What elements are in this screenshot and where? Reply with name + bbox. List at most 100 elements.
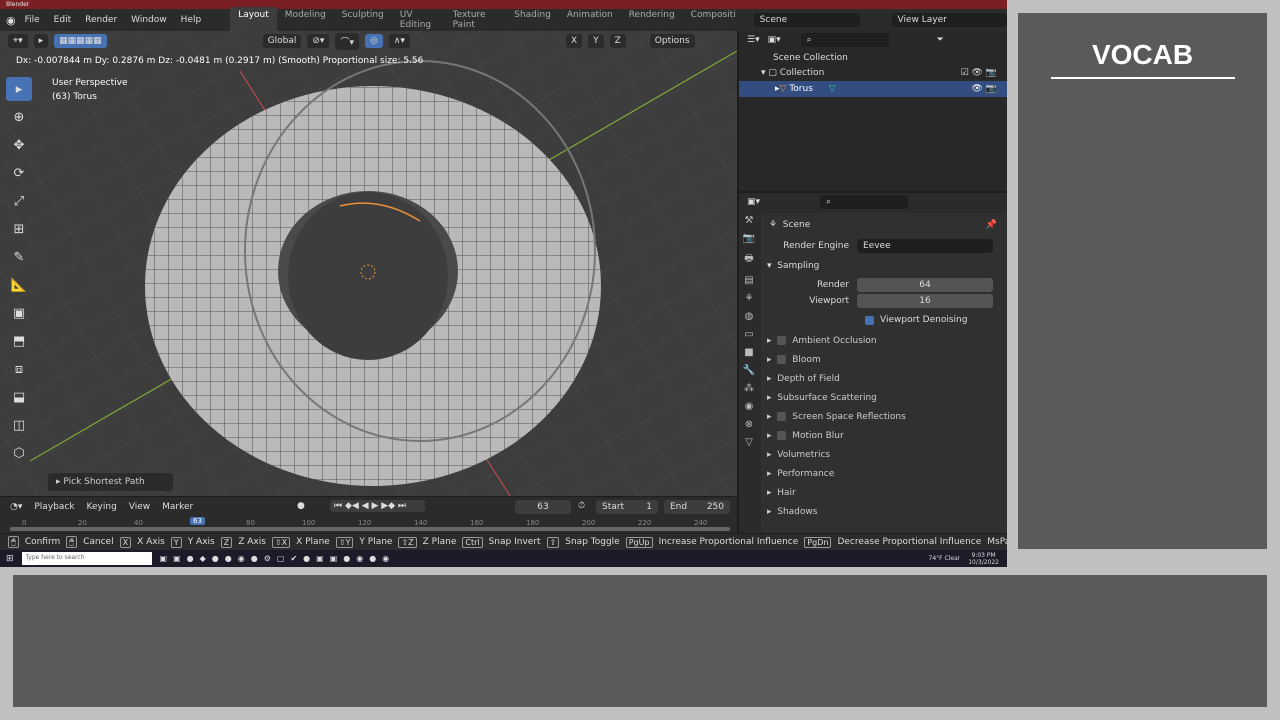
physics-tab-icon[interactable]: ◉ <box>745 401 754 412</box>
knife-icon[interactable]: ⬡ <box>6 441 32 465</box>
sampling-panel-header[interactable]: ▾ Sampling <box>761 255 1007 277</box>
falloff-icon[interactable]: ∧▾ <box>388 34 410 48</box>
menu-render[interactable]: Render <box>78 15 124 25</box>
timeline-menu-playback[interactable]: Playback <box>34 502 74 512</box>
taskbar-app-icons[interactable]: ▣▣●◆●●◉●⚙▢✔●▣▣●◉●◉ <box>160 554 396 563</box>
scene-tab-icon[interactable]: ⚘ <box>745 293 754 304</box>
rotate-icon[interactable]: ⟳ <box>6 161 32 185</box>
orientation-dropdown[interactable]: Global <box>262 34 302 48</box>
taskbar-search[interactable]: Type here to search <box>21 552 152 565</box>
panel-motion-blur[interactable]: ▸ Motion Blur <box>761 426 1007 445</box>
start-frame-field[interactable]: Start 1 <box>596 500 658 514</box>
timeline-menu-keying[interactable]: Keying <box>87 502 117 512</box>
keyframe-record-icon[interactable]: ● <box>297 501 305 511</box>
blender-window: Blender ◉ File Edit Render Window Help Layou… <box>0 0 1007 567</box>
view-layer-selector[interactable]: View Layer <box>891 13 1007 27</box>
menu-help[interactable]: Help <box>174 15 209 25</box>
blender-logo-icon[interactable]: ◉ <box>6 14 16 27</box>
constraints-tab-icon[interactable]: ⊗ <box>745 419 753 430</box>
status-key: ⇧Z <box>398 536 417 548</box>
panel-volumetrics[interactable]: ▸ Volumetrics <box>761 445 1007 464</box>
start-icon[interactable]: ⊞ <box>6 554 14 564</box>
options-dropdown[interactable]: Options <box>649 34 695 48</box>
display-mode-icon[interactable]: ▣▾ <box>768 35 781 45</box>
outliner-search[interactable]: ⌕ <box>800 33 889 47</box>
panel-performance[interactable]: ▸ Performance <box>761 464 1007 483</box>
timeline-menu-view[interactable]: View <box>129 502 150 512</box>
editor-type-icon[interactable]: ⌖▾ <box>8 34 28 48</box>
panel-bloom[interactable]: ▸ Bloom <box>761 350 1007 369</box>
end-frame-field[interactable]: End 250 <box>664 500 730 514</box>
playback-controls[interactable]: ⏮ ◆◀ ◀ ▶ ▶◆ ⏭ <box>330 500 425 512</box>
scale-icon[interactable]: ⤢ <box>6 189 32 213</box>
proportional-edit-icon[interactable]: ◎ <box>364 34 383 48</box>
tab-animation[interactable]: Animation <box>559 7 621 33</box>
output-tab-icon[interactable]: 🖶 <box>744 251 753 268</box>
3d-viewport[interactable]: ⌖▾ ▸ ▦▦▦▦▦ Global ⊘▾ ⌒▾ ◎ ∧▾ X Y Z Optio… <box>0 31 737 496</box>
world-tab-icon[interactable]: ◍ <box>745 311 754 322</box>
pin-icon[interactable]: 📌 <box>986 220 1007 230</box>
view-layer-tab-icon[interactable]: ▤ <box>744 275 753 286</box>
scene-selector[interactable]: Scene <box>753 13 860 27</box>
menu-edit[interactable]: Edit <box>47 15 78 25</box>
collection-row[interactable]: ▾ ▢ Collection ☑ 👁 📷 <box>739 65 1007 81</box>
panel-shadows[interactable]: ▸ Shadows <box>761 502 1007 521</box>
cursor-icon[interactable]: ⊕ <box>6 105 32 129</box>
tab-shading[interactable]: Shading <box>506 7 559 33</box>
properties-editor-icon[interactable]: ▣▾ <box>747 197 760 207</box>
bevel-icon[interactable]: ⬓ <box>6 385 32 409</box>
tab-rendering[interactable]: Rendering <box>621 7 683 33</box>
panel-hair[interactable]: ▸ Hair <box>761 483 1007 502</box>
loop-cut-icon[interactable]: ◫ <box>6 413 32 437</box>
axis-y-toggle[interactable]: Y <box>588 34 604 48</box>
last-operator-panel[interactable]: ▸ Pick Shortest Path <box>48 473 173 491</box>
menu-window[interactable]: Window <box>124 15 174 25</box>
timeline-editor-icon[interactable]: ◔▾ <box>10 502 22 512</box>
pivot-icon[interactable]: ⊘▾ <box>307 34 330 48</box>
modifier-tab-icon[interactable]: 🔧 <box>743 365 755 376</box>
select-mode-icon[interactable]: ▦▦▦▦▦ <box>54 34 107 48</box>
current-frame-field[interactable]: 63 <box>515 500 571 514</box>
render-tab-icon[interactable]: 📷 <box>743 233 755 244</box>
panel-ambient-occlusion[interactable]: ▸ Ambient Occlusion <box>761 331 1007 350</box>
outliner-editor-icon[interactable]: ☰▾ <box>747 35 760 45</box>
particles-tab-icon[interactable]: ⁂ <box>744 383 754 394</box>
torus-row[interactable]: ▸ ▽ Torus ▽ 👁 📷 <box>739 81 1007 97</box>
render-engine-dropdown[interactable]: Eevee <box>857 239 993 253</box>
move-icon[interactable]: ✥ <box>6 133 32 157</box>
tab-layout[interactable]: Layout <box>230 7 277 33</box>
panel-subsurface-scattering[interactable]: ▸ Subsurface Scattering <box>761 388 1007 407</box>
snap-icon[interactable]: ⌒▾ <box>335 32 359 50</box>
properties-search[interactable]: ⌕ <box>820 195 909 209</box>
add-cube-icon[interactable]: ▣ <box>6 301 32 325</box>
tool-tab-icon[interactable]: ⚒ <box>745 215 754 226</box>
axis-z-toggle[interactable]: Z <box>609 34 626 48</box>
current-frame-marker[interactable]: 63 <box>190 517 205 525</box>
scene-collection-row[interactable]: Scene Collection <box>739 49 1007 65</box>
tab-texture-paint[interactable]: Texture Paint <box>445 7 507 33</box>
viewport-samples-field[interactable]: 16 <box>857 294 993 308</box>
tab-sculpting[interactable]: Sculpting <box>334 7 392 33</box>
panel-screen-space-reflections[interactable]: ▸ Screen Space Reflections <box>761 407 1007 426</box>
extrude-icon[interactable]: ⬒ <box>6 329 32 353</box>
filter-icon[interactable]: ⏷ <box>937 35 944 45</box>
measure-icon[interactable]: 📐 <box>6 273 32 297</box>
tab-compositi[interactable]: Compositi <box>683 7 744 33</box>
select-tool-icon[interactable]: ▸ <box>33 34 49 48</box>
inset-icon[interactable]: ⧈ <box>6 357 32 381</box>
select-box-icon[interactable]: ▸ <box>6 77 32 101</box>
panel-depth-of-field[interactable]: ▸ Depth of Field <box>761 369 1007 388</box>
data-tab-icon[interactable]: ▽ <box>745 437 753 448</box>
tab-uv-editing[interactable]: UV Editing <box>392 7 445 33</box>
transform-icon[interactable]: ⊞ <box>6 217 32 241</box>
object-tab-icon[interactable]: ■ <box>744 347 753 358</box>
render-samples-field[interactable]: 64 <box>857 278 993 292</box>
collection-tab-icon[interactable]: ▭ <box>744 329 753 340</box>
timeline-scrollbar[interactable] <box>10 527 730 531</box>
tab-modeling[interactable]: Modeling <box>277 7 334 33</box>
timeline-menu-marker[interactable]: Marker <box>162 502 193 512</box>
menu-file[interactable]: File <box>18 15 47 25</box>
annotate-icon[interactable]: ✎ <box>6 245 32 269</box>
axis-x-toggle[interactable]: X <box>565 34 583 48</box>
viewport-denoising-checkbox[interactable]: Viewport Denoising <box>761 309 1007 331</box>
